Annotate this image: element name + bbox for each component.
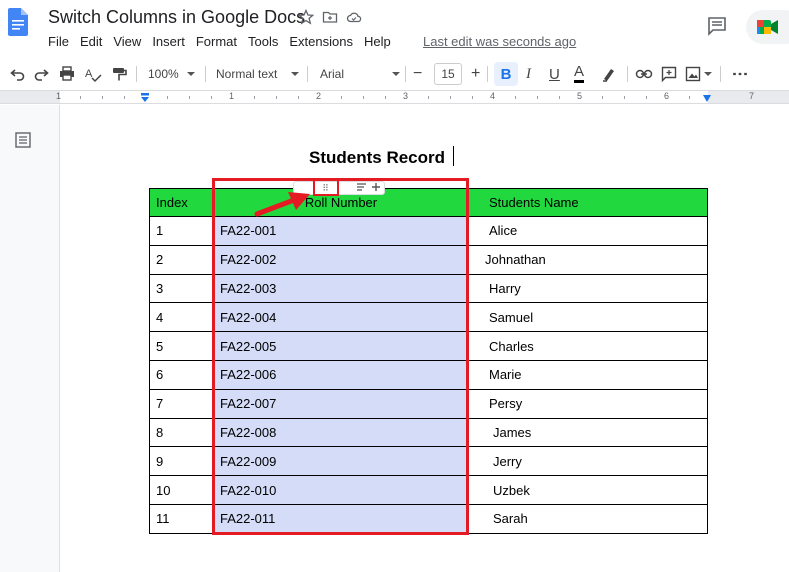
cell-index[interactable]: 2	[149, 244, 214, 275]
ruler-number: 2	[316, 91, 322, 101]
ruler-number: 4	[490, 91, 496, 101]
meet-button[interactable]	[746, 10, 789, 44]
ruler-number: 6	[664, 91, 670, 101]
cell-index[interactable]: 5	[149, 331, 214, 361]
italic-button[interactable]: I	[526, 60, 531, 88]
cell-student-name[interactable]: Alice	[468, 216, 708, 246]
bold-button[interactable]: B	[494, 62, 518, 86]
google-meet-icon	[757, 20, 778, 34]
red-arrow-icon	[254, 192, 310, 217]
decrease-font-size-button[interactable]: −	[413, 60, 422, 88]
ruler-left-margin	[0, 91, 60, 103]
chevron-down-icon[interactable]	[704, 72, 712, 76]
insert-image-icon[interactable]	[685, 60, 701, 88]
cell-student-name[interactable]: Samuel	[468, 302, 708, 333]
cell-student-name[interactable]: Marie	[468, 359, 708, 390]
last-edit-link[interactable]: Last edit was seconds ago	[423, 34, 576, 49]
chevron-down-icon	[186, 72, 195, 76]
cell-student-name[interactable]: Johnathan	[468, 244, 708, 275]
cell-student-name[interactable]: Jerry	[468, 446, 708, 477]
star-icon[interactable]	[298, 9, 314, 25]
cell-index[interactable]: 10	[149, 475, 214, 505]
font-select[interactable]: Arial	[320, 60, 401, 88]
ruler-number: 7	[749, 91, 755, 101]
cell-student-name[interactable]: Harry	[468, 273, 708, 304]
zoom-value: 100%	[148, 67, 179, 81]
cell-index[interactable]: 6	[149, 359, 214, 390]
text-color-button[interactable]: A	[574, 63, 585, 83]
cell-index[interactable]: 7	[149, 388, 214, 419]
spellcheck-icon[interactable]: A	[84, 60, 102, 88]
zoom-select[interactable]: 100%	[148, 60, 195, 88]
text-cursor	[453, 146, 454, 166]
redo-icon[interactable]	[33, 60, 51, 88]
cell-index[interactable]: 3	[149, 273, 214, 304]
menu-edit[interactable]: Edit	[80, 34, 102, 49]
document-heading[interactable]: Students Record	[309, 148, 445, 168]
ruler-number: 1	[56, 91, 62, 101]
svg-text:A: A	[85, 68, 93, 80]
menu-help[interactable]: Help	[364, 34, 391, 49]
menu-insert[interactable]: Insert	[152, 34, 185, 49]
cell-student-name[interactable]: Persy	[468, 388, 708, 419]
move-folder-icon[interactable]	[322, 9, 338, 25]
document-outline-icon[interactable]	[15, 132, 31, 148]
left-indent-marker-icon[interactable]	[140, 93, 150, 103]
ruler[interactable]: 1 1 2 3 4 5 6 7	[0, 90, 789, 104]
paragraph-style-select[interactable]: Normal text	[216, 60, 300, 88]
cloud-saved-icon[interactable]	[346, 9, 362, 25]
menu-tools[interactable]: Tools	[248, 34, 278, 49]
increase-font-size-button[interactable]: +	[471, 60, 480, 88]
cell-student-name[interactable]: James	[468, 417, 708, 448]
ruler-number: 1	[229, 91, 235, 101]
document-title[interactable]: Switch Columns in Google Docs	[48, 7, 305, 28]
print-icon[interactable]	[58, 60, 76, 88]
cell-student-name[interactable]: Charles	[468, 331, 708, 361]
insert-link-icon[interactable]	[635, 60, 653, 88]
selected-column-highlight	[212, 178, 469, 535]
header-students-name[interactable]: Students Name	[468, 188, 708, 217]
cell-index[interactable]: 9	[149, 446, 214, 477]
undo-icon[interactable]	[8, 60, 26, 88]
comment-history-icon[interactable]	[707, 16, 727, 36]
menu-format[interactable]: Format	[196, 34, 237, 49]
cell-student-name[interactable]: Sarah	[468, 503, 708, 534]
more-options-icon[interactable]: ⋮	[726, 66, 754, 82]
ruler-number: 5	[577, 91, 583, 101]
underline-button[interactable]: U	[549, 60, 560, 88]
cell-student-name[interactable]: Uzbek	[468, 475, 708, 505]
highlight-pen-icon[interactable]	[601, 60, 617, 88]
chevron-down-icon	[392, 72, 401, 76]
google-docs-logo-icon[interactable]	[8, 8, 28, 36]
style-value: Normal text	[216, 67, 278, 81]
menu-view[interactable]: View	[113, 34, 141, 49]
toolbar: A 100% Normal text Arial − 15 + B I U A …	[0, 60, 789, 88]
paint-format-icon[interactable]	[110, 60, 128, 88]
menu-file[interactable]: File	[48, 34, 69, 49]
ruler-number: 3	[403, 91, 409, 101]
chevron-down-icon	[291, 72, 300, 76]
add-comment-icon[interactable]	[661, 60, 677, 88]
left-panel	[0, 105, 60, 572]
right-indent-marker-icon[interactable]	[702, 95, 712, 103]
header-index[interactable]: Index	[149, 188, 214, 217]
cell-index[interactable]: 8	[149, 417, 214, 448]
cell-index[interactable]: 1	[149, 216, 214, 246]
cell-index[interactable]: 4	[149, 302, 214, 333]
cell-index[interactable]: 11	[149, 503, 214, 534]
font-value: Arial	[320, 67, 345, 81]
font-size-input[interactable]: 15	[434, 63, 462, 85]
menu-extensions[interactable]: Extensions	[289, 34, 353, 49]
